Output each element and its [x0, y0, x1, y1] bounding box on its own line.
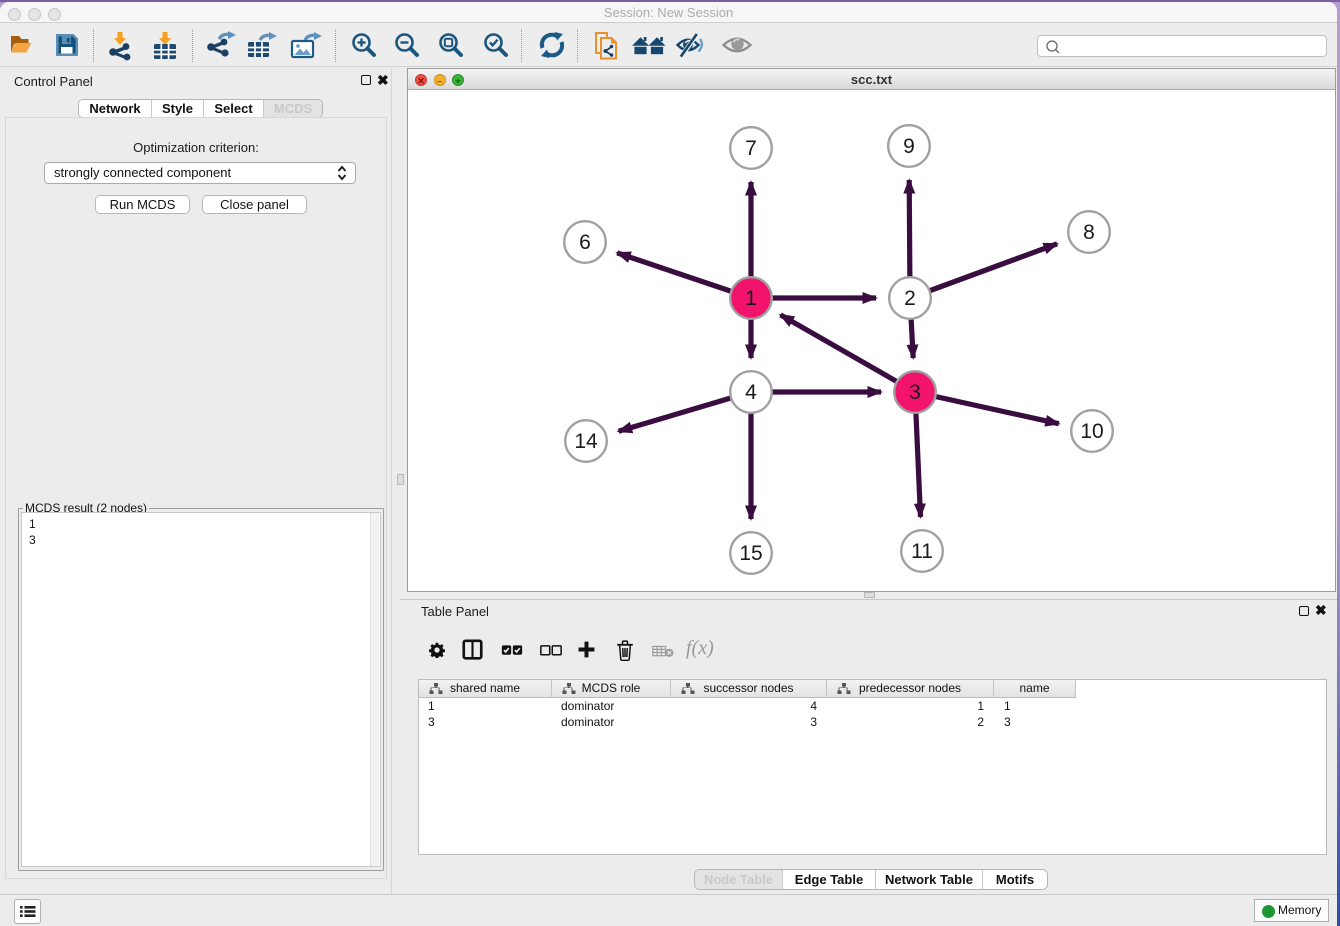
- svg-text:1: 1: [745, 287, 757, 310]
- svg-text:4: 4: [745, 381, 757, 404]
- svg-text:8: 8: [1083, 221, 1095, 244]
- svg-text:7: 7: [745, 137, 757, 160]
- svg-text:15: 15: [739, 542, 762, 565]
- svg-text:2: 2: [904, 287, 916, 310]
- svg-text:10: 10: [1080, 420, 1103, 443]
- svg-text:11: 11: [911, 540, 933, 563]
- svg-text:3: 3: [909, 381, 921, 404]
- svg-text:14: 14: [574, 430, 598, 453]
- svg-text:6: 6: [579, 231, 591, 254]
- svg-text:9: 9: [903, 135, 915, 158]
